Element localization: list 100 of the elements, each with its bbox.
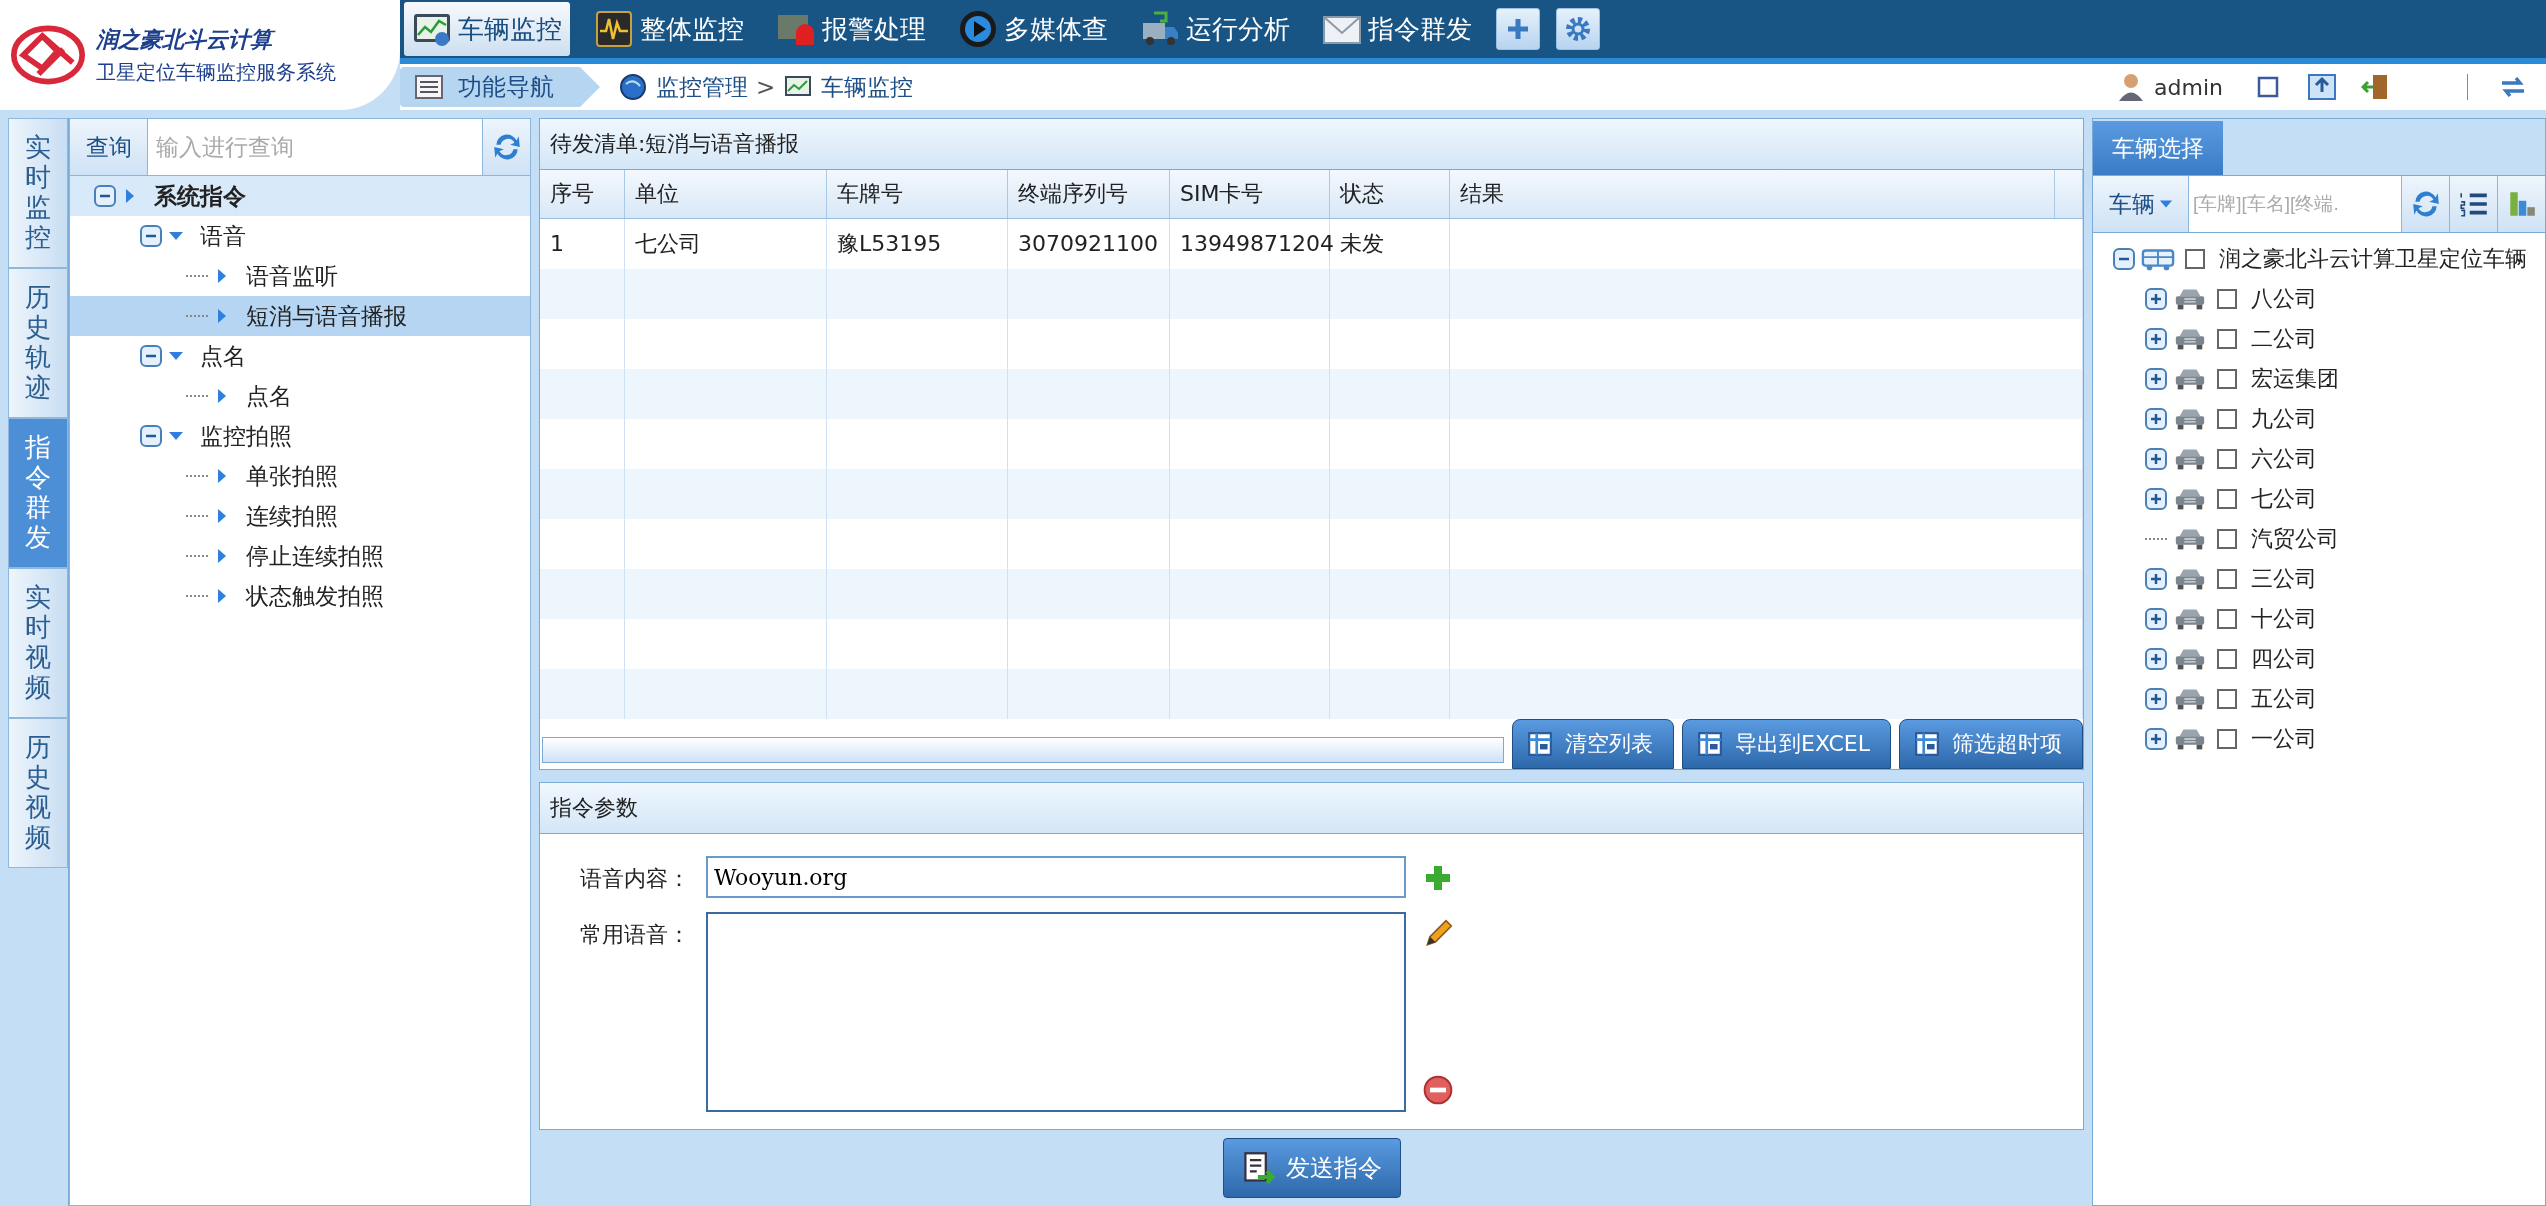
checkbox[interactable] <box>2217 329 2237 349</box>
vehicle-group-label: 四公司 <box>2251 645 2317 673</box>
vehicle-tree-item[interactable]: 七公司 <box>2093 479 2545 519</box>
side-tab[interactable]: 实时监控 <box>8 118 68 268</box>
toggle-icon[interactable] <box>2145 448 2167 470</box>
function-nav-tab[interactable]: 功能导航 <box>400 67 600 107</box>
vehicle-tree-item[interactable]: 宏运集团 <box>2093 359 2545 399</box>
horizontal-scrollbar[interactable] <box>542 737 1505 763</box>
vehicle-tree-item[interactable]: 四公司 <box>2093 639 2545 679</box>
vehicle-tree-item[interactable]: 十公司 <box>2093 599 2545 639</box>
column-header: 状态 <box>1330 170 1450 218</box>
vehicle-tree-item[interactable]: 三公司 <box>2093 559 2545 599</box>
vehicle-group-label: 六公司 <box>2251 445 2317 473</box>
vehicle-group-label: 宏运集团 <box>2251 365 2339 393</box>
checkbox[interactable] <box>2217 609 2237 629</box>
toggle-icon[interactable] <box>2145 368 2167 390</box>
nav-tab[interactable]: 运行分析 <box>1132 2 1298 56</box>
vehicle-group-label: 九公司 <box>2251 405 2317 433</box>
side-tab[interactable]: 实时视频 <box>8 568 68 718</box>
tree-item[interactable]: 连续拍照 <box>70 496 530 536</box>
panel-title: 指令参数 <box>540 783 2083 834</box>
function-nav-label: 功能导航 <box>458 72 554 103</box>
breadcrumb-link[interactable]: 车辆监控 <box>821 71 914 103</box>
list-icon <box>414 72 444 102</box>
toggle-icon[interactable] <box>140 345 162 367</box>
vehicle-tree-item[interactable]: 九公司 <box>2093 399 2545 439</box>
tree-label: 语音 <box>200 221 246 251</box>
nav-tab[interactable]: 指令群发 <box>1314 2 1480 56</box>
vehicle-tree-item[interactable]: 八公司 <box>2093 279 2545 319</box>
refresh-button[interactable] <box>2401 176 2449 232</box>
settings-button[interactable] <box>1556 8 1600 50</box>
vehicle-tree-item[interactable]: 汽贸公司 <box>2093 519 2545 559</box>
column-header: 单位 <box>625 170 827 218</box>
tree-item[interactable]: 状态触发拍照 <box>70 576 530 616</box>
tree-item[interactable]: 停止连续拍照 <box>70 536 530 576</box>
toggle-icon[interactable] <box>2145 688 2167 710</box>
checkbox[interactable] <box>2185 249 2205 269</box>
add-button[interactable] <box>1496 8 1540 50</box>
nav-tab[interactable]: 多媒体查 <box>950 2 1116 56</box>
vehicle-tree-item[interactable]: 润之豪北斗云计算卫星定位车辆 <box>2093 239 2545 279</box>
nav-tab[interactable]: 车辆监控 <box>404 2 570 56</box>
vehicle-filter-dropdown[interactable]: 车辆 <box>2093 176 2189 232</box>
tree-item[interactable]: 语音监听 <box>70 256 530 296</box>
toggle-icon[interactable] <box>2145 288 2167 310</box>
checkbox[interactable] <box>2217 529 2237 549</box>
common-voice-field[interactable] <box>706 912 1406 1112</box>
toggle-icon[interactable] <box>2145 608 2167 630</box>
tree-item[interactable]: 语音 <box>70 216 530 256</box>
checkbox[interactable] <box>2217 409 2237 429</box>
vehicle-tree-item[interactable]: 二公司 <box>2093 319 2545 359</box>
table-action-button[interactable]: 清空列表 <box>1512 719 1675 769</box>
send-button[interactable]: 发送指令 <box>1222 1138 1401 1198</box>
tree-item[interactable]: 监控拍照 <box>70 416 530 456</box>
voice-content-field[interactable]: Wooyun.org <box>706 856 1406 898</box>
checkbox[interactable] <box>2217 369 2237 389</box>
toggle-icon[interactable] <box>2145 728 2167 750</box>
table-icon <box>1914 731 1940 757</box>
tree-item[interactable]: 点名 <box>70 376 530 416</box>
toggle-icon[interactable] <box>2113 248 2135 270</box>
globe-icon <box>618 72 648 102</box>
checkbox[interactable] <box>2217 449 2237 469</box>
tree-label: 停止连续拍照 <box>246 541 384 571</box>
toggle-icon[interactable] <box>2145 328 2167 350</box>
table-action-button[interactable]: 筛选超时项 <box>1899 719 2083 769</box>
panel-title: 待发清单:短消与语音播报 <box>540 119 2083 170</box>
checkbox[interactable] <box>2217 569 2237 589</box>
column-header: 终端序列号 <box>1008 170 1170 218</box>
vehicle-tree-item[interactable]: 六公司 <box>2093 439 2545 479</box>
checkbox[interactable] <box>2217 689 2237 709</box>
search-button[interactable]: 查询 <box>70 119 148 175</box>
checkbox[interactable] <box>2217 729 2237 749</box>
vehicle-tree-item[interactable]: 五公司 <box>2093 679 2545 719</box>
tree-item[interactable]: 单张拍照 <box>70 456 530 496</box>
vehicle-tree-item[interactable]: 一公司 <box>2093 719 2545 759</box>
toggle-icon[interactable] <box>2145 408 2167 430</box>
nav-tab[interactable]: 报警处理 <box>768 2 934 56</box>
side-tab[interactable]: 历史轨迹 <box>8 268 68 418</box>
toggle-icon[interactable] <box>2145 648 2167 670</box>
checkbox[interactable] <box>2217 289 2237 309</box>
tree-item[interactable]: 系统指令 <box>70 176 530 216</box>
tree-item[interactable]: 点名 <box>70 336 530 376</box>
breadcrumb-link[interactable]: 监控管理 <box>656 71 748 103</box>
toggle-icon[interactable] <box>140 225 162 247</box>
toggle-icon[interactable] <box>2145 488 2167 510</box>
table-action-button[interactable]: 导出到EXCEL <box>1682 719 1891 769</box>
vehicle-group-label: 一公司 <box>2251 725 2317 753</box>
panel-tab[interactable]: 车辆选择 <box>2093 121 2223 175</box>
nav-tab[interactable]: 整体监控 <box>586 2 752 56</box>
checkbox[interactable] <box>2217 649 2237 669</box>
refresh-button[interactable] <box>482 119 530 175</box>
numbered-list-button[interactable] <box>2449 176 2497 232</box>
toggle-icon[interactable] <box>2145 568 2167 590</box>
toggle-icon[interactable] <box>140 425 162 447</box>
toggle-icon[interactable] <box>94 185 116 207</box>
bus-icon <box>2141 246 2175 272</box>
vehicle-group-label: 三公司 <box>2251 565 2317 593</box>
tree-item[interactable]: 短消与语音播报 <box>70 296 530 336</box>
tree-label: 短消与语音播报 <box>246 301 407 331</box>
checkbox[interactable] <box>2217 489 2237 509</box>
side-tab[interactable]: 历史视频 <box>8 718 68 868</box>
